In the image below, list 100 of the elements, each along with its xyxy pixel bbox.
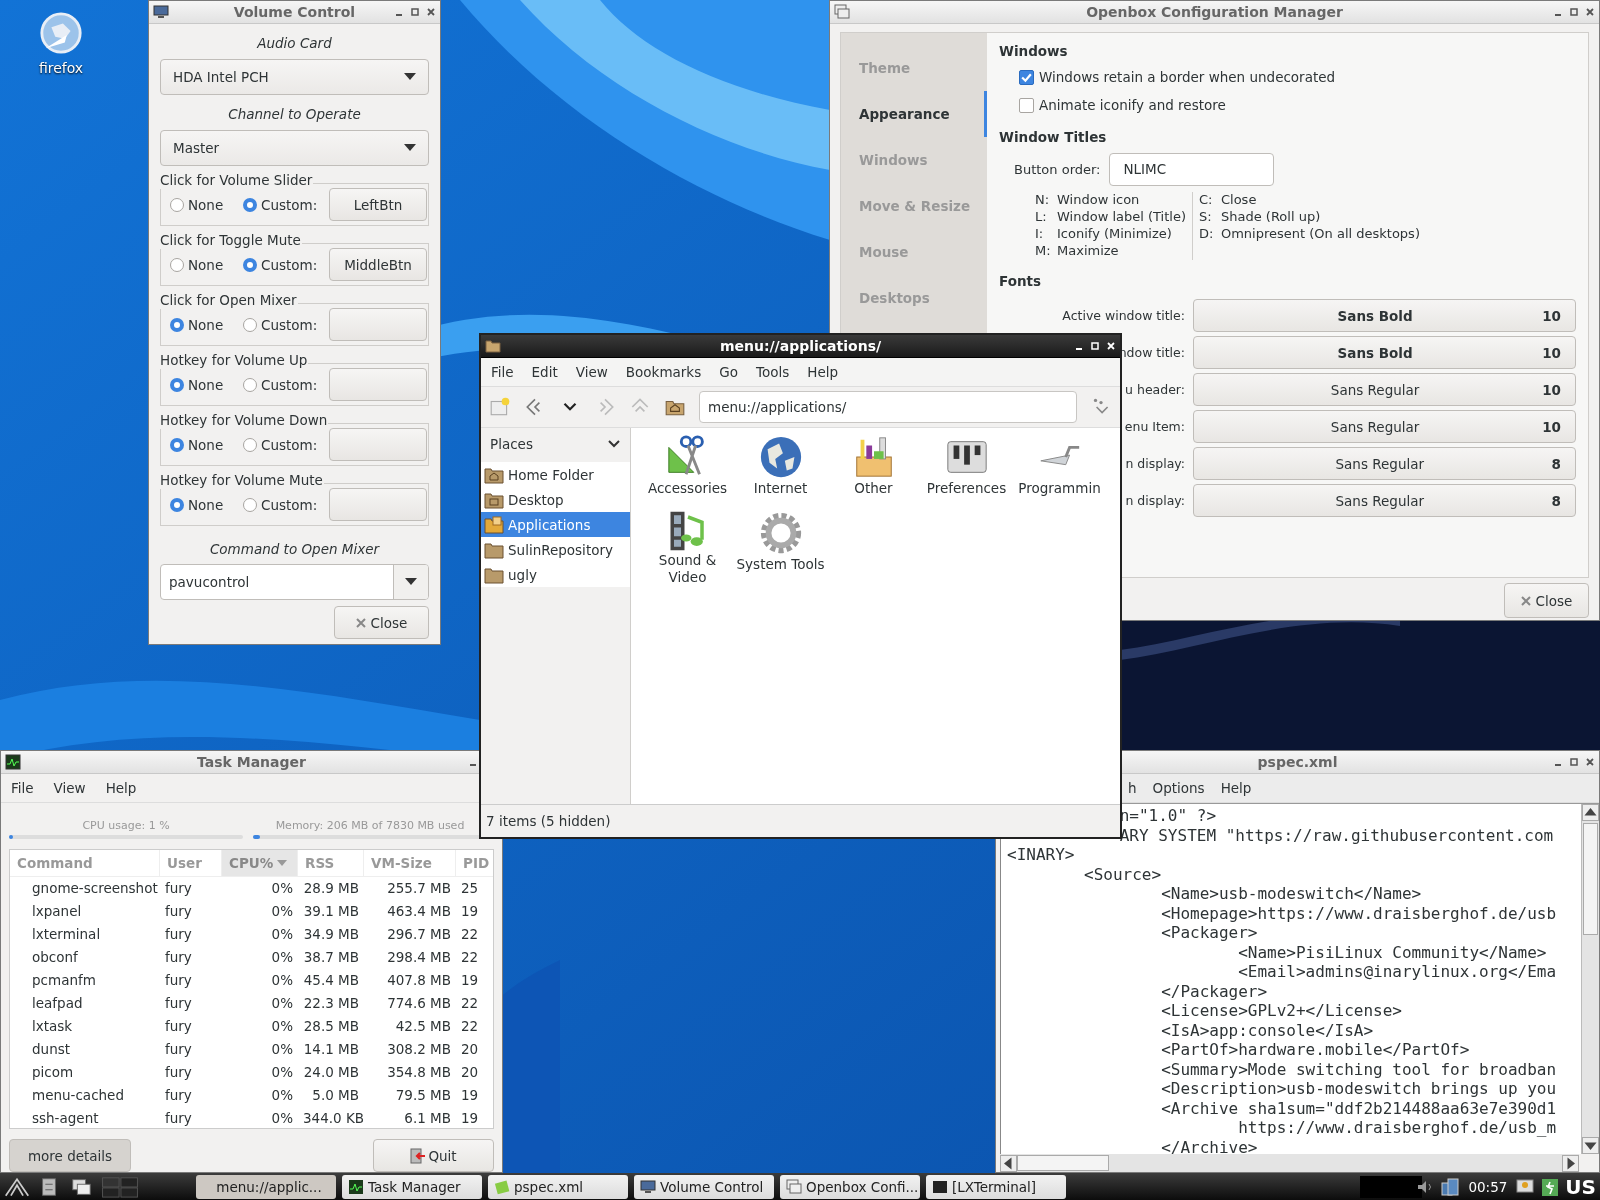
menu-item[interactable]: View [53,780,86,796]
more-details-button[interactable]: more details [9,1139,131,1172]
close-button[interactable]: Close [1504,583,1589,618]
scroll-down-icon[interactable] [1582,1137,1599,1154]
frame-label: Click for Open Mixer [160,291,298,309]
taskbar-button[interactable]: Openbox Confi... [780,1174,920,1199]
vertical-scrollbar[interactable] [1581,804,1599,1154]
font-button[interactable]: Sans Regular 10 [1193,373,1576,406]
menu-item[interactable]: Edit [531,364,558,380]
folder-item[interactable]: Sound & Video [641,510,734,586]
text-area[interactable] [1000,804,1581,1154]
radio-label[interactable]: Custom: [261,316,318,333]
radio-button[interactable] [243,377,257,392]
font-button[interactable]: Sans Bold 10 [1193,336,1576,369]
path-field[interactable]: menu://applications/ [699,391,1077,423]
place-item[interactable]: Applications [481,512,630,537]
font-button[interactable]: Sans Bold 10 [1193,299,1576,332]
folder-item[interactable]: Programmin [1013,434,1106,510]
code-line: <Homepage>https://www.draisberghof.de/usb [1160,903,1558,923]
start-menu-icon[interactable] [4,1175,30,1198]
folder-item[interactable]: System Tools [734,510,827,586]
menu-item[interactable]: h [1128,780,1137,796]
radio-label[interactable]: Custom: [261,496,318,513]
menu-item[interactable]: File [11,780,34,796]
channel-dropdown[interactable]: Master [160,130,429,166]
key-button[interactable]: LeftBtn [329,188,427,221]
folder-item[interactable]: Preferences [920,434,1013,510]
radio-button[interactable] [243,257,257,272]
font-button[interactable]: Sans Regular 8 [1193,484,1576,517]
radio-button[interactable] [170,437,184,452]
radio-label[interactable]: None [188,256,224,273]
scroll-right-icon[interactable] [1562,1154,1579,1172]
radio-button[interactable] [170,377,184,392]
place-item[interactable]: Desktop [481,487,630,512]
taskbar-button[interactable]: [LXTerminal] [926,1174,1066,1199]
network-icon[interactable] [1440,1176,1461,1197]
menu-item[interactable]: View [575,364,608,380]
table-cell-text: 255.7 MB [386,880,452,897]
taskbar-button[interactable]: Task Manager [342,1174,482,1199]
close-icon[interactable] [426,7,436,17]
scroll-up-icon[interactable] [1582,804,1599,821]
place-item[interactable]: SulinRepository [481,537,630,562]
menu-item[interactable]: Go [719,364,738,380]
table-cell-text: 19 [460,903,480,920]
folder-item[interactable]: Accessories [641,434,734,510]
radio-label[interactable]: Custom: [261,436,318,453]
taskbar-button[interactable]: menu://applic... [196,1174,336,1199]
folder-item[interactable]: Internet [734,434,827,510]
taskbar-button[interactable]: pspec.xml [488,1174,628,1199]
close-button[interactable]: Close [334,606,429,639]
taskbar-button[interactable]: Volume Control [634,1174,774,1199]
menu-item[interactable]: Tools [755,364,790,380]
radio-label[interactable]: Custom: [261,376,318,393]
radio-button[interactable] [170,317,184,332]
key-button[interactable]: MiddleBtn [329,248,427,281]
place-item[interactable]: Home Folder [481,462,630,487]
font-button[interactable]: Sans Regular 10 [1193,410,1576,443]
menu-item[interactable]: Help [807,364,838,380]
audio-card-dropdown[interactable]: HDA Intel PCH [160,59,429,95]
close-icon[interactable] [1585,757,1595,767]
radio-label[interactable]: Custom: [261,256,318,273]
font-button[interactable]: Sans Regular 8 [1193,447,1576,480]
place-item[interactable]: ugly [481,562,630,587]
radio-button[interactable] [243,197,257,212]
radio-label[interactable]: None [188,376,224,393]
radio-label[interactable]: Custom: [261,196,318,213]
radio-button[interactable] [243,497,257,512]
scroll-left-icon[interactable] [1000,1154,1017,1172]
radio-label[interactable]: None [188,496,224,513]
clock[interactable]: 00:57 [1465,1178,1511,1195]
exit-icon[interactable] [1540,1176,1561,1197]
legend-text: Maximize [1057,243,1119,260]
menu-item[interactable]: Help [1220,780,1252,796]
desktop-icon-label[interactable]: firefox [38,60,84,76]
radio-button[interactable] [243,437,257,452]
radio-button[interactable] [170,497,184,512]
command-combo-field[interactable]: pavucontrol [160,564,429,600]
radio-label[interactable]: None [188,196,224,213]
radio-label[interactable]: None [188,316,224,333]
radio-button[interactable] [170,197,184,212]
radio-label[interactable]: None [188,436,224,453]
menu-item[interactable]: Bookmarks [625,364,702,380]
button-order-field[interactable]: NLIMC [1108,153,1274,186]
quit-button[interactable]: Quit [373,1139,494,1172]
checkbox[interactable] [1019,97,1034,113]
radio-button[interactable] [170,257,184,272]
checkbox[interactable] [1019,69,1034,85]
menu-item[interactable]: File [491,364,514,380]
close-icon[interactable] [1585,7,1595,17]
radio-button[interactable] [243,317,257,332]
places-dropdown[interactable]: Places [481,428,630,460]
keyboard-layout[interactable]: US [1565,1174,1596,1199]
horizontal-scrollbar[interactable] [1000,1154,1579,1172]
menu-item[interactable]: Options [1152,780,1205,796]
menu-item[interactable]: Help [105,780,137,796]
checkbox-label[interactable]: Windows retain a border when undecorated [1039,69,1336,85]
globe-icon[interactable] [38,10,84,56]
folder-item[interactable]: Other [827,434,920,510]
checkbox-label[interactable]: Animate iconify and restore [1039,97,1226,113]
exit-icon [410,1147,427,1164]
